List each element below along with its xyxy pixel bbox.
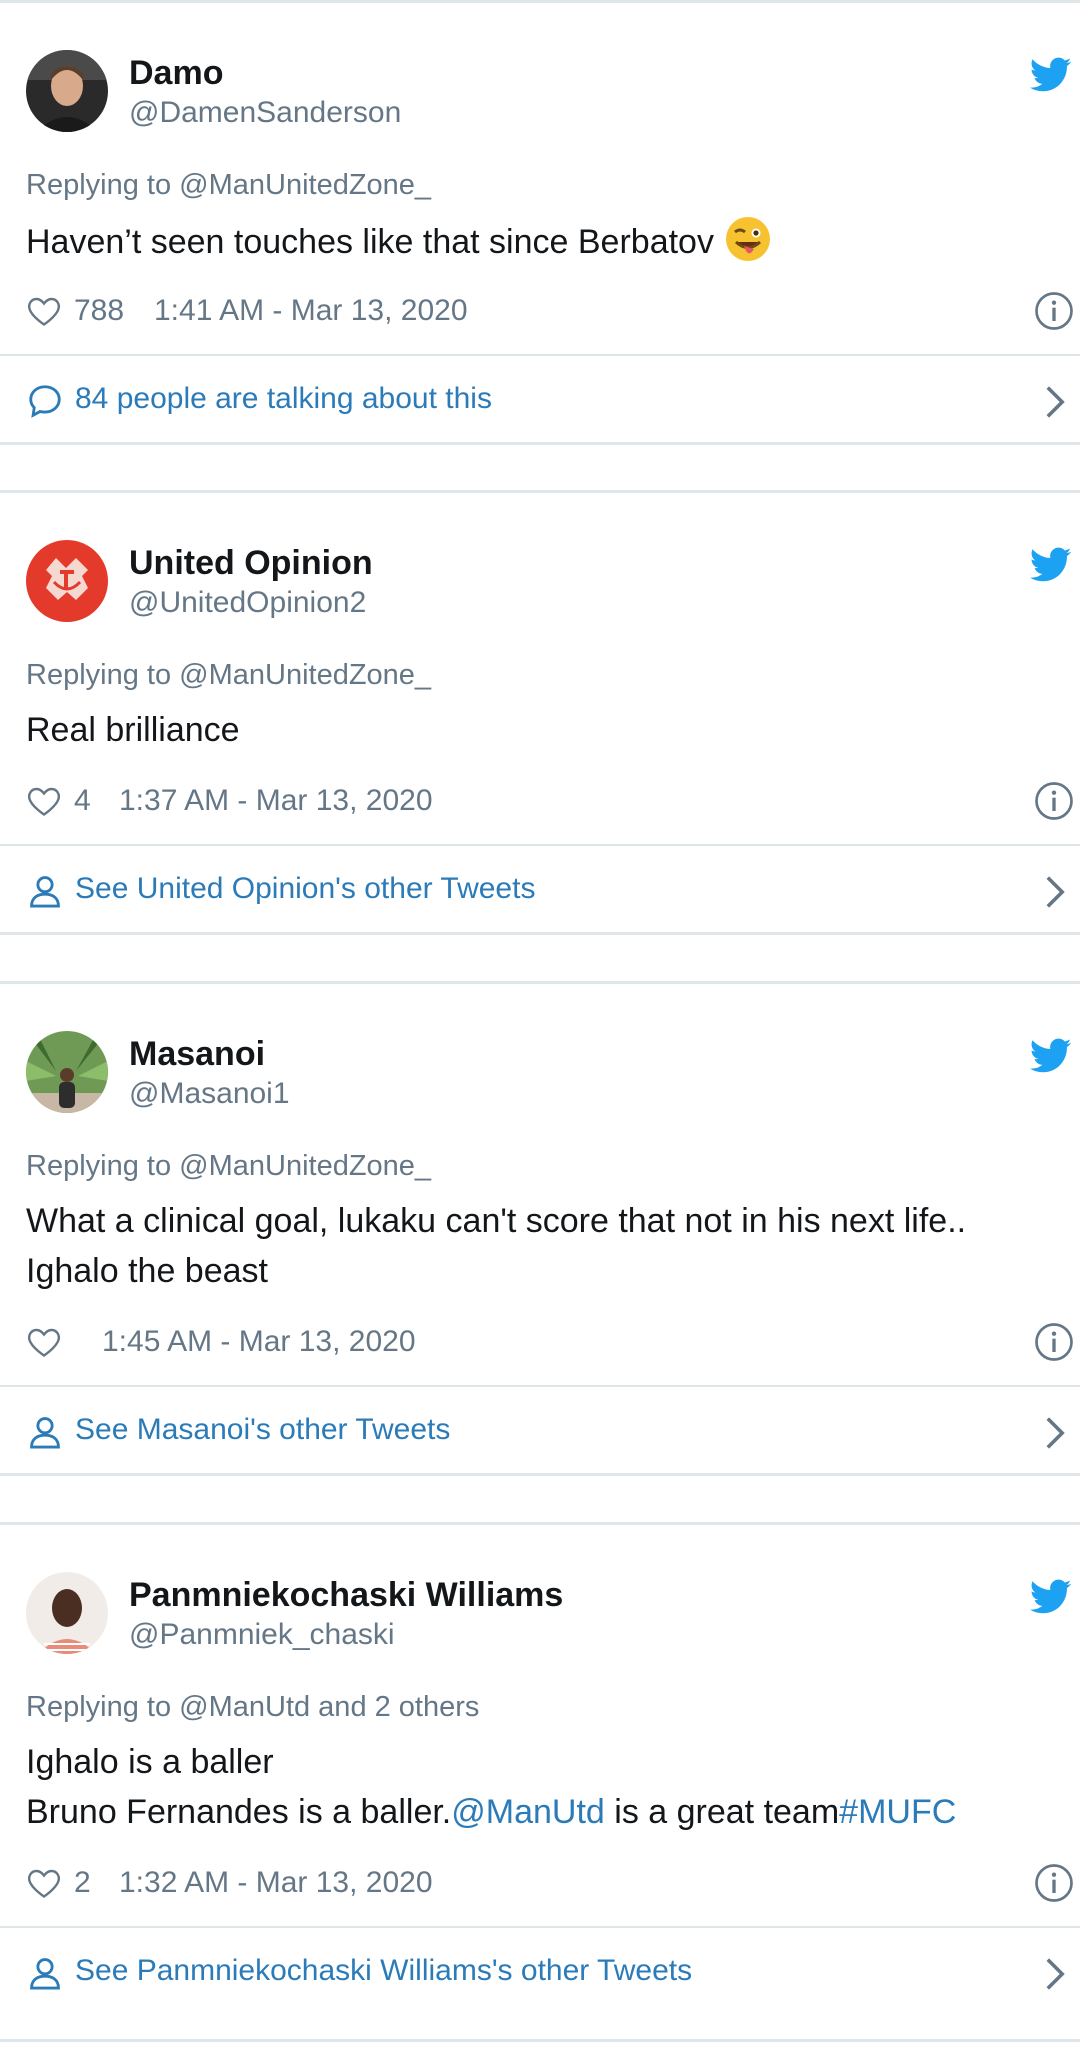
cta-label: See Masanoi's other Tweets (75, 1413, 451, 1446)
tweet-text: Real brilliance (26, 705, 240, 755)
divider (0, 844, 1080, 846)
divider (0, 1385, 1080, 1387)
avatar[interactable] (26, 1572, 108, 1654)
hashtag-link[interactable]: #MUFC (839, 1793, 956, 1831)
tweet-meta: 788 1:41 AM - Mar 13, 2020 (26, 291, 1026, 331)
heart-icon[interactable] (26, 1865, 62, 1901)
tweet-meta: 4 1:37 AM - Mar 13, 2020 (26, 781, 1026, 821)
person-icon (30, 876, 60, 908)
mention-link[interactable]: @ManUtd (451, 1793, 605, 1831)
tweet-meta: 1:45 AM - Mar 13, 2020 (26, 1322, 1026, 1362)
user-handle[interactable]: @DamenSanderson (129, 96, 401, 130)
tweet-card: Damo @DamenSanderson Replying to @ManUni… (0, 0, 1080, 445)
twitter-bird-icon[interactable] (1030, 1579, 1072, 1615)
cta-label: 84 people are talking about this (75, 382, 492, 415)
user-handle[interactable]: @Panmniek_chaski (129, 1618, 395, 1652)
heart-icon[interactable] (26, 1324, 62, 1360)
twitter-bird-icon[interactable] (1030, 547, 1072, 583)
info-icon[interactable] (1034, 1322, 1074, 1362)
winking-face-with-tongue-icon (725, 217, 770, 261)
avatar[interactable] (26, 50, 108, 132)
tweet-feed: Damo @DamenSanderson Replying to @ManUni… (0, 0, 1080, 2045)
conversation-link[interactable]: 84 people are talking about this (0, 362, 1080, 442)
timestamp[interactable]: 1:45 AM - Mar 13, 2020 (102, 1325, 416, 1359)
tweet-text: Ighalo is a baller Bruno Fernandes is a … (26, 1737, 956, 1837)
divider (0, 1926, 1080, 1928)
tweet-meta: 2 1:32 AM - Mar 13, 2020 (26, 1863, 1026, 1903)
replying-to[interactable]: Replying to @ManUnitedZone_ (26, 659, 431, 692)
user-tweets-link[interactable]: See Panmniekochaski Williams's other Twe… (0, 1934, 1080, 2014)
display-name[interactable]: Masanoi (129, 1035, 265, 1074)
tweet-text: What a clinical goal, lukaku can't score… (26, 1196, 966, 1296)
like-count: 2 (74, 1866, 91, 1899)
person-icon (30, 1958, 60, 1990)
display-name[interactable]: Panmniekochaski Williams (129, 1576, 563, 1615)
timestamp[interactable]: 1:41 AM - Mar 13, 2020 (154, 294, 468, 328)
tweet-text-segment: is a great team (604, 1793, 840, 1831)
avatar[interactable] (26, 1031, 108, 1113)
tweet-card: Masanoi @Masanoi1 Replying to @ManUnited… (0, 981, 1080, 1476)
tweet-card: Panmniekochaski Williams @Panmniek_chask… (0, 1522, 1080, 2042)
timestamp[interactable]: 1:32 AM - Mar 13, 2020 (119, 1866, 433, 1900)
tweet-text-line: What a clinical goal, lukaku can't score… (26, 1202, 967, 1240)
user-handle[interactable]: @UnitedOpinion2 (129, 586, 366, 620)
cta-label: See Panmniekochaski Williams's other Twe… (75, 1954, 693, 1987)
divider (0, 354, 1080, 356)
info-icon[interactable] (1034, 1863, 1074, 1903)
timestamp[interactable]: 1:37 AM - Mar 13, 2020 (119, 784, 433, 818)
chevron-right-icon (1046, 1958, 1065, 1990)
heart-icon[interactable] (26, 783, 62, 819)
twitter-bird-icon[interactable] (1030, 1038, 1072, 1074)
chevron-right-icon (1046, 1417, 1065, 1449)
display-name[interactable]: United Opinion (129, 544, 373, 583)
tweet-text-segment: Bruno Fernandes is a baller. (26, 1793, 452, 1831)
user-tweets-link[interactable]: See Masanoi's other Tweets (0, 1393, 1080, 1473)
tweet-card: United Opinion @UnitedOpinion2 Replying … (0, 490, 1080, 935)
like-count: 788 (74, 294, 125, 327)
user-tweets-link[interactable]: See United Opinion's other Tweets (0, 852, 1080, 932)
display-name[interactable]: Damo (129, 54, 223, 93)
twitter-bird-icon[interactable] (1030, 57, 1072, 93)
tweet-text-line: Bruno Fernandes is a baller.@ManUtd is a… (26, 1787, 956, 1837)
heart-icon[interactable] (26, 293, 62, 329)
like-count: 4 (74, 784, 91, 817)
replying-to[interactable]: Replying to @ManUnitedZone_ (26, 1150, 431, 1183)
cta-label: See United Opinion's other Tweets (75, 872, 536, 905)
tweet-text-line: Ighalo the beast (26, 1252, 268, 1290)
tweet-text-line: Real brilliance (26, 711, 240, 749)
speech-bubble-icon (29, 385, 61, 418)
avatar[interactable] (26, 540, 108, 622)
tweet-text-line: Ighalo is a baller (26, 1743, 274, 1781)
info-icon[interactable] (1034, 291, 1074, 331)
tweet-text-line: Haven’t seen touches like that since Ber… (26, 223, 714, 261)
user-handle[interactable]: @Masanoi1 (129, 1077, 290, 1111)
person-icon (30, 1417, 60, 1449)
replying-to[interactable]: Replying to @ManUnitedZone_ (26, 169, 431, 202)
chevron-right-icon (1046, 876, 1065, 908)
info-icon[interactable] (1034, 781, 1074, 821)
tweet-text: Haven’t seen touches like that since Ber… (26, 215, 772, 267)
replying-to[interactable]: Replying to @ManUtd and 2 others (26, 1691, 479, 1724)
chevron-right-icon (1046, 386, 1065, 418)
